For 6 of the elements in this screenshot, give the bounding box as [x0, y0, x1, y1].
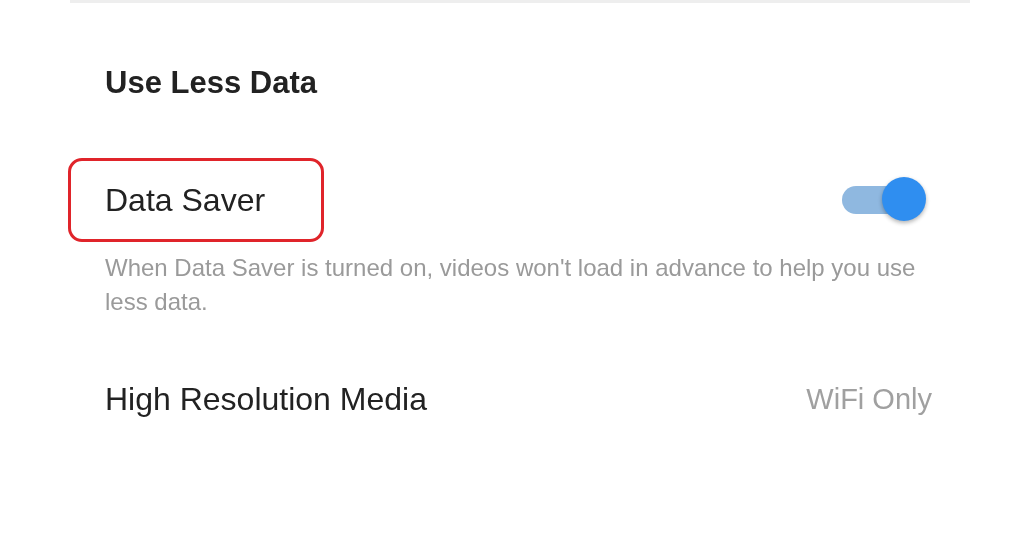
setting-label[interactable]: High Resolution Media	[105, 379, 427, 419]
setting-label: Data Saver	[105, 181, 266, 220]
setting-description: When Data Saver is turned on, videos won't load in advance to help you use less data.	[105, 253, 917, 317]
toggle-switch[interactable]	[840, 177, 928, 223]
setting-value: WiFi Only	[806, 382, 932, 416]
section-title: Use Less Data	[105, 64, 319, 102]
